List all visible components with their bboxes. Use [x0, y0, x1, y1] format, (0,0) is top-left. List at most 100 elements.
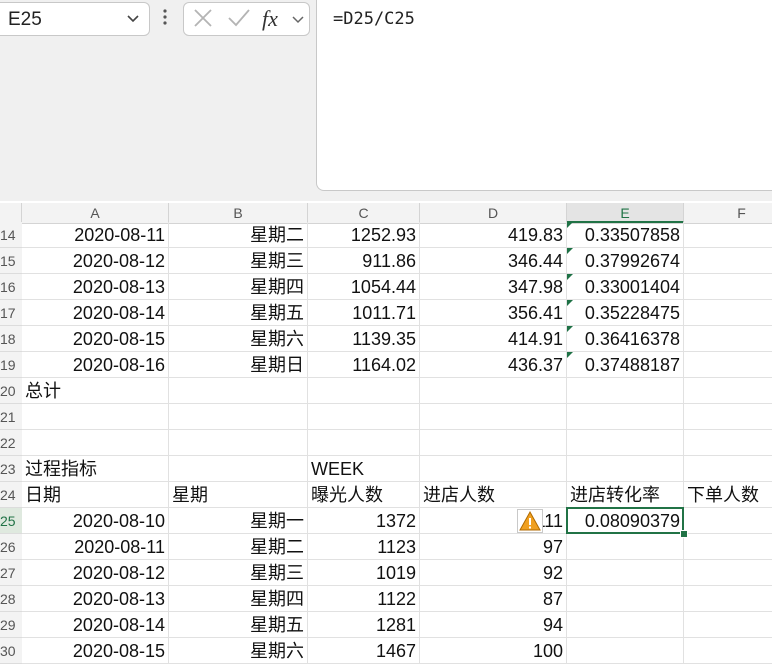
cell-a21[interactable]: [22, 404, 169, 430]
column-header-f[interactable]: F: [684, 203, 772, 223]
cell-a23[interactable]: 过程指标: [22, 456, 169, 482]
cell-f15[interactable]: [684, 248, 772, 274]
column-header-d[interactable]: D: [420, 203, 567, 223]
warning-triangle-icon[interactable]: [517, 509, 543, 533]
cell-e28[interactable]: [567, 586, 684, 612]
row-header[interactable]: 20: [0, 378, 22, 404]
cell-b26[interactable]: 星期二: [169, 534, 308, 560]
fx-icon[interactable]: fx: [262, 6, 278, 32]
formula-input[interactable]: =D25/C25: [316, 0, 772, 191]
check-icon[interactable]: [227, 7, 251, 35]
cell-d28[interactable]: 87: [420, 586, 567, 612]
cell-b23[interactable]: [169, 456, 308, 482]
chevron-down-icon[interactable]: [125, 10, 141, 30]
row-header[interactable]: 27: [0, 560, 22, 586]
cell-d16[interactable]: 347.98: [420, 274, 567, 300]
row-header[interactable]: 25: [0, 508, 22, 534]
cell-e27[interactable]: [567, 560, 684, 586]
fill-handle[interactable]: [680, 530, 688, 538]
cell-b30[interactable]: 星期六: [169, 638, 308, 664]
cell-d25[interactable]: 111: [420, 508, 567, 534]
cell-a26[interactable]: 2020-08-11: [22, 534, 169, 560]
cell-d26[interactable]: 97: [420, 534, 567, 560]
cell-e16[interactable]: 0.33001404: [567, 274, 684, 300]
cell-e29[interactable]: [567, 612, 684, 638]
row-header[interactable]: 18: [0, 326, 22, 352]
cell-e26[interactable]: [567, 534, 684, 560]
cell-a25[interactable]: 2020-08-10: [22, 508, 169, 534]
chevron-down-icon[interactable]: [291, 12, 305, 29]
cell-b14[interactable]: 星期二: [169, 222, 308, 248]
cell-e21[interactable]: [567, 404, 684, 430]
cell-b19[interactable]: 星期日: [169, 352, 308, 378]
cell-a24[interactable]: 日期: [22, 482, 169, 508]
cell-a22[interactable]: [22, 430, 169, 456]
cell-c17[interactable]: 1011.71: [308, 300, 420, 326]
cell-b21[interactable]: [169, 404, 308, 430]
cell-c29[interactable]: 1281: [308, 612, 420, 638]
row-header[interactable]: 24: [0, 482, 22, 508]
cell-b18[interactable]: 星期六: [169, 326, 308, 352]
cell-f19[interactable]: [684, 352, 772, 378]
cell-b29[interactable]: 星期五: [169, 612, 308, 638]
cell-e17[interactable]: 0.35228475: [567, 300, 684, 326]
row-header[interactable]: 28: [0, 586, 22, 612]
cell-a27[interactable]: 2020-08-12: [22, 560, 169, 586]
cell-c21[interactable]: [308, 404, 420, 430]
cell-b20[interactable]: [169, 378, 308, 404]
select-all-corner[interactable]: [0, 203, 22, 223]
cell-e24[interactable]: 进店转化率: [567, 482, 684, 508]
cell-f28[interactable]: [684, 586, 772, 612]
cell-c24[interactable]: 曝光人数: [308, 482, 420, 508]
cell-b15[interactable]: 星期三: [169, 248, 308, 274]
cell-f23[interactable]: [684, 456, 772, 482]
name-box-value[interactable]: E25: [8, 9, 42, 31]
cell-a30[interactable]: 2020-08-15: [22, 638, 169, 664]
cell-f29[interactable]: [684, 612, 772, 638]
row-header[interactable]: 21: [0, 404, 22, 430]
row-header[interactable]: 17: [0, 300, 22, 326]
cell-e30[interactable]: [567, 638, 684, 664]
cell-d18[interactable]: 414.91: [420, 326, 567, 352]
cell-e14[interactable]: 0.33507858: [567, 222, 684, 248]
name-box[interactable]: E25: [0, 2, 150, 36]
cell-a14[interactable]: 2020-08-11: [22, 222, 169, 248]
cell-c19[interactable]: 1164.02: [308, 352, 420, 378]
cell-d29[interactable]: 94: [420, 612, 567, 638]
cell-d21[interactable]: [420, 404, 567, 430]
cell-c20[interactable]: [308, 378, 420, 404]
cell-a28[interactable]: 2020-08-13: [22, 586, 169, 612]
cell-f26[interactable]: [684, 534, 772, 560]
row-header[interactable]: 19: [0, 352, 22, 378]
cell-f14[interactable]: [684, 222, 772, 248]
cell-c16[interactable]: 1054.44: [308, 274, 420, 300]
cell-c23[interactable]: WEEK: [308, 456, 420, 482]
cell-a15[interactable]: 2020-08-12: [22, 248, 169, 274]
cell-d22[interactable]: [420, 430, 567, 456]
column-header-a[interactable]: A: [22, 203, 169, 223]
cell-c15[interactable]: 911.86: [308, 248, 420, 274]
cell-b17[interactable]: 星期五: [169, 300, 308, 326]
cell-d23[interactable]: [420, 456, 567, 482]
cell-b22[interactable]: [169, 430, 308, 456]
cell-a17[interactable]: 2020-08-14: [22, 300, 169, 326]
cell-d20[interactable]: [420, 378, 567, 404]
row-header[interactable]: 15: [0, 248, 22, 274]
cell-e19[interactable]: 0.37488187: [567, 352, 684, 378]
cell-a18[interactable]: 2020-08-15: [22, 326, 169, 352]
row-header[interactable]: 29: [0, 612, 22, 638]
spreadsheet-grid[interactable]: ABCDEF 14 2020-08-11 星期二 1252.93 419.83 0.335…: [0, 203, 772, 664]
cell-d19[interactable]: 436.37: [420, 352, 567, 378]
formula-text[interactable]: =D25/C25: [333, 9, 415, 29]
cell-e18[interactable]: 0.36416378: [567, 326, 684, 352]
cell-d15[interactable]: 346.44: [420, 248, 567, 274]
column-header-e[interactable]: E: [567, 203, 684, 223]
cell-e20[interactable]: [567, 378, 684, 404]
cell-f17[interactable]: [684, 300, 772, 326]
cell-b25[interactable]: 星期一: [169, 508, 308, 534]
cell-f21[interactable]: [684, 404, 772, 430]
cell-d27[interactable]: 92: [420, 560, 567, 586]
cell-b16[interactable]: 星期四: [169, 274, 308, 300]
cell-f30[interactable]: [684, 638, 772, 664]
cell-f20[interactable]: [684, 378, 772, 404]
